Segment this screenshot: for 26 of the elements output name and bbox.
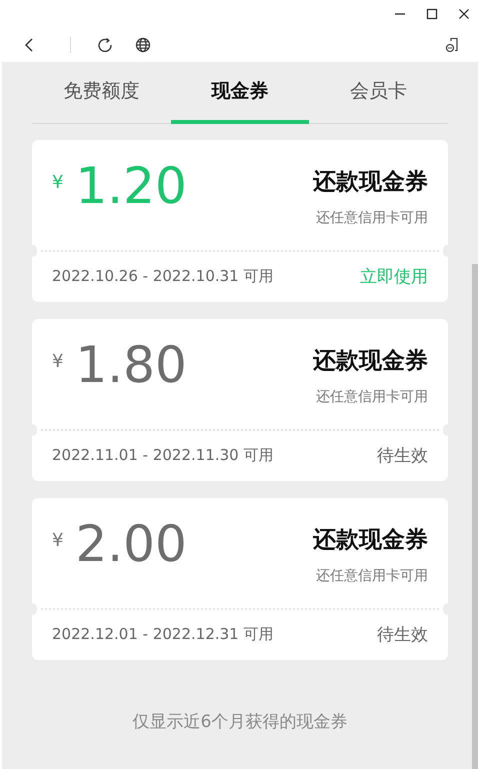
refresh-icon[interactable] <box>97 37 113 53</box>
maximize-icon[interactable] <box>426 8 438 20</box>
coupon-status: 待生效 <box>377 445 428 467</box>
tab[interactable]: 现金券 <box>170 62 310 124</box>
globe-icon[interactable] <box>135 37 151 53</box>
coupon-title: 还款现金券 <box>313 526 428 555</box>
validity-period: 2022.12.01 - 2022.12.31 可用 <box>52 625 274 644</box>
coupon-status: 待生效 <box>377 624 428 646</box>
mini-program-icon[interactable] <box>444 37 460 53</box>
coupon-title: 还款现金券 <box>313 168 428 197</box>
close-icon[interactable] <box>458 8 470 20</box>
coupon-note: 还任意信用卡可用 <box>316 567 428 585</box>
currency-symbol: ¥ <box>52 172 64 193</box>
coupon-note: 还任意信用卡可用 <box>316 209 428 227</box>
currency-symbol: ¥ <box>52 351 64 372</box>
coupon-title: 还款现金券 <box>313 347 428 376</box>
validity-period: 2022.10.26 - 2022.10.31 可用 <box>52 267 274 286</box>
coupon-note: 还任意信用卡可用 <box>316 388 428 406</box>
tab[interactable]: 会员卡 <box>309 62 448 124</box>
validity-period: 2022.11.01 - 2022.11.30 可用 <box>52 446 274 465</box>
coupon-amount: 1.20 <box>75 158 187 214</box>
footer-note: 仅显示近6个月获得的现金券 <box>132 711 348 733</box>
tab[interactable]: 免费额度 <box>32 62 171 124</box>
coupon-amount: 2.00 <box>75 516 187 572</box>
coupon-amount: 1.80 <box>75 337 187 393</box>
currency-symbol: ¥ <box>52 530 64 551</box>
